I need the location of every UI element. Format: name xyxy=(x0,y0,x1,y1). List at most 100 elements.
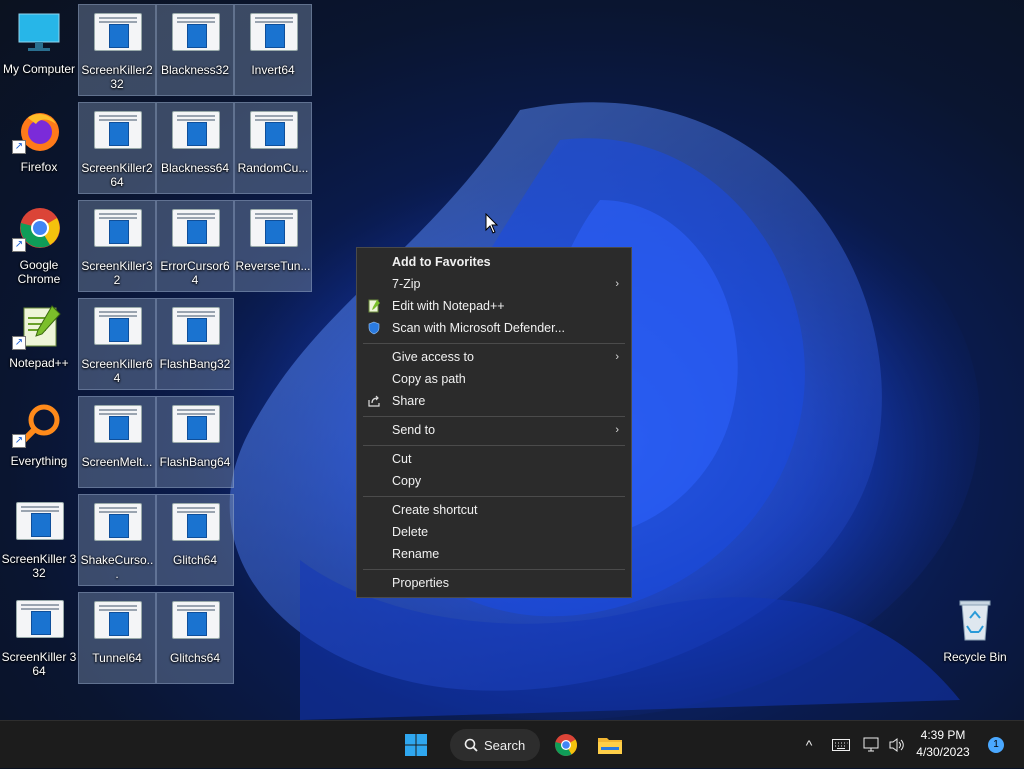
taskbar-clock[interactable]: 4:39 PM 4/30/2023 xyxy=(912,727,974,761)
desktop-icon-reversetunnel[interactable]: ReverseTun... xyxy=(234,200,312,292)
desktop-icon-label: Tunnel64 xyxy=(92,651,142,665)
desktop-icon-label: Invert64 xyxy=(251,63,295,77)
share-icon xyxy=(368,395,380,407)
desktop-icon-blackness64[interactable]: Blackness64 xyxy=(156,102,234,194)
menu-item-send-to[interactable]: Send to › xyxy=(357,419,631,441)
firefox-icon: ↗ xyxy=(12,108,64,154)
monitor-icon xyxy=(14,10,64,54)
menu-item-create-shortcut[interactable]: Create shortcut xyxy=(357,499,631,521)
menu-item-copy[interactable]: Copy xyxy=(357,470,631,492)
menu-item-label: Give access to xyxy=(392,350,474,364)
menu-item-label: Create shortcut xyxy=(392,503,478,517)
desktop-icon-glitch64[interactable]: Glitch64 xyxy=(156,494,234,586)
desktop-icon-flashbang32[interactable]: FlashBang32 xyxy=(156,298,234,390)
desktop-icon-firefox[interactable]: ↗ Firefox xyxy=(0,102,78,194)
desktop-icon-recycle-bin[interactable]: Recycle Bin xyxy=(936,592,1014,684)
menu-item-rename[interactable]: Rename xyxy=(357,543,631,565)
desktop-icon-label: Glitch64 xyxy=(172,553,218,567)
exe-icon xyxy=(170,109,220,153)
shortcut-arrow-icon: ↗ xyxy=(12,140,26,154)
taskbar: Search ^ 4:39 PM 4/30/2023 1 xyxy=(0,720,1024,768)
taskbar-file-explorer[interactable] xyxy=(594,721,626,769)
desktop-icon-glitchs64[interactable]: Glitchs64 xyxy=(156,592,234,684)
menu-item-delete[interactable]: Delete xyxy=(357,521,631,543)
desktop-icon-label: ScreenKiller64 xyxy=(81,357,153,385)
menu-item-label: Rename xyxy=(392,547,440,561)
desktop-icon-label: Google Chrome xyxy=(17,258,61,286)
shortcut-arrow-icon: ↗ xyxy=(12,434,26,448)
volume-tray-button[interactable] xyxy=(886,721,908,769)
menu-item-cut[interactable]: Cut xyxy=(357,448,631,470)
desktop-icon-label: ReverseTun... xyxy=(235,259,311,273)
menu-item-give-access[interactable]: Give access to › xyxy=(357,346,631,368)
desktop-icon-notepadpp[interactable]: ↗ Notepad++ xyxy=(0,298,78,390)
menu-item-7zip[interactable]: 7-Zip › xyxy=(357,273,631,295)
desktop-icon-label: ScreenKiller 3 64 xyxy=(1,650,77,678)
exe-icon xyxy=(170,599,220,643)
chevron-right-icon: › xyxy=(615,278,619,290)
start-button[interactable] xyxy=(398,721,434,769)
menu-item-label: Share xyxy=(392,394,426,408)
desktop-icon-my-computer[interactable]: My Computer xyxy=(0,4,78,96)
desktop-icon-chrome[interactable]: ↗ Google Chrome xyxy=(0,200,78,292)
desktop-icon-blackness32[interactable]: Blackness32 xyxy=(156,4,234,96)
notepadpp-icon xyxy=(368,299,380,313)
menu-item-label: Add to Favorites xyxy=(392,255,491,269)
desktop-icon-shakecursor[interactable]: ShakeCurso... xyxy=(78,494,156,586)
desktop-icon-screenkiller2-64[interactable]: ScreenKiller2 64 xyxy=(78,102,156,194)
desktop-icon-invert64[interactable]: Invert64 xyxy=(234,4,312,96)
notification-badge[interactable]: 1 xyxy=(988,737,1004,753)
menu-item-properties[interactable]: Properties xyxy=(357,572,631,594)
desktop-icon-label: FlashBang32 xyxy=(159,357,231,371)
desktop-icon-label: FlashBang64 xyxy=(159,455,231,469)
search-icon xyxy=(464,738,478,752)
menu-item-label: Delete xyxy=(392,525,429,539)
desktop-icon-randomcursor[interactable]: RandomCu... xyxy=(234,102,312,194)
search-label: Search xyxy=(484,737,526,753)
clock-time: 4:39 PM xyxy=(920,728,966,742)
show-hidden-icons-button[interactable]: ^ xyxy=(800,721,818,769)
desktop-icon-tunnel64[interactable]: Tunnel64 xyxy=(78,592,156,684)
keyboard-tray-button[interactable] xyxy=(830,721,852,769)
menu-separator xyxy=(363,416,625,417)
menu-item-copy-as-path[interactable]: Copy as path xyxy=(357,368,631,390)
shortcut-arrow-icon: ↗ xyxy=(12,238,26,252)
desktop-icon-label: Recycle Bin xyxy=(943,650,1007,664)
desktop-icon-screenmelt[interactable]: ScreenMelt... xyxy=(78,396,156,488)
network-tray-button[interactable] xyxy=(862,721,882,769)
chevron-right-icon: › xyxy=(615,351,619,363)
shortcut-arrow-icon: ↗ xyxy=(12,336,26,350)
desktop-icon-label: Notepad++ xyxy=(9,356,69,370)
desktop-icon-everything[interactable]: ↗ Everything xyxy=(0,396,78,488)
speaker-icon xyxy=(889,738,904,752)
desktop-icon-screenkiller3-64[interactable]: ScreenKiller 3 64 xyxy=(0,592,78,684)
menu-item-share[interactable]: Share xyxy=(357,390,631,412)
menu-item-label: Edit with Notepad++ xyxy=(392,299,505,313)
magnifier-icon: ↗ xyxy=(12,402,64,448)
desktop-icon-screenkiller3-32[interactable]: ScreenKiller 3 32 xyxy=(0,494,78,586)
desktop-icon-label: My Computer xyxy=(2,62,76,76)
taskbar-search-button[interactable]: Search xyxy=(450,729,540,761)
menu-item-add-to-favorites[interactable]: Add to Favorites xyxy=(357,251,631,273)
folder-icon xyxy=(598,738,622,754)
desktop-icon-flashbang64[interactable]: FlashBang64 xyxy=(156,396,234,488)
exe-icon xyxy=(92,207,142,251)
menu-item-edit-notepadpp[interactable]: Edit with Notepad++ xyxy=(357,295,631,317)
exe-icon xyxy=(92,501,142,545)
desktop-icon-screenkiller2-32[interactable]: ScreenKiller2 32 xyxy=(78,4,156,96)
menu-item-label: Properties xyxy=(392,576,449,590)
menu-separator xyxy=(363,445,625,446)
desktop-icon-errorcursor64[interactable]: ErrorCursor64 xyxy=(156,200,234,292)
desktop-icon-screenkiller32[interactable]: ScreenKiller32 xyxy=(78,200,156,292)
notepadpp-icon: ↗ xyxy=(12,304,64,350)
menu-item-label: Send to xyxy=(392,423,436,437)
menu-item-scan-defender[interactable]: Scan with Microsoft Defender... xyxy=(357,317,631,339)
menu-separator xyxy=(363,496,625,497)
taskbar-chrome[interactable] xyxy=(550,721,582,769)
mouse-cursor-icon xyxy=(485,213,499,234)
context-menu: Add to Favorites 7-Zip › Edit with Notep… xyxy=(356,247,632,598)
desktop-icon-label: Everything xyxy=(10,454,68,468)
chrome-icon: ↗ xyxy=(12,206,64,252)
desktop-icon-screenkiller64[interactable]: ScreenKiller64 xyxy=(78,298,156,390)
exe-icon xyxy=(170,305,220,349)
